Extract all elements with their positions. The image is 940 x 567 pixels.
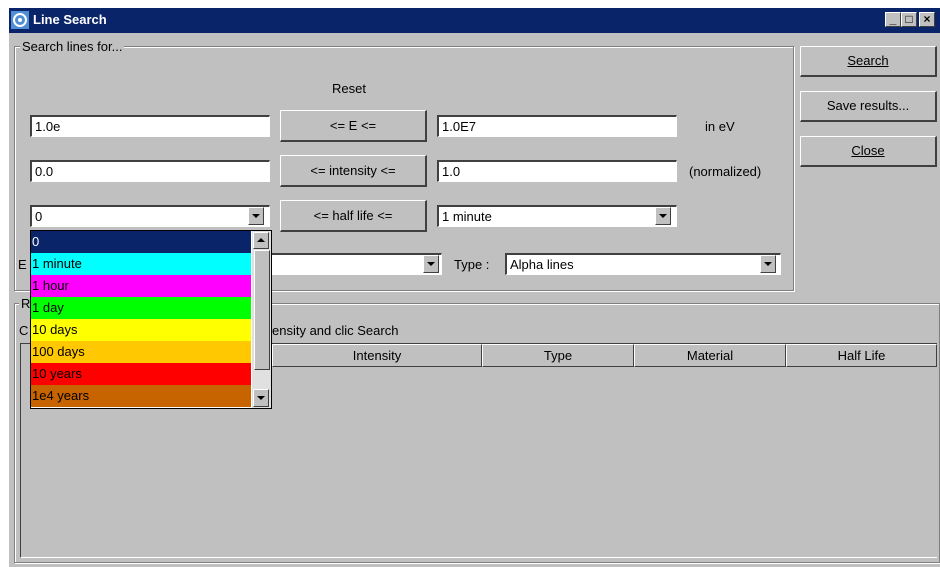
reset-label: Reset — [332, 81, 366, 96]
close-button-label: Close — [851, 143, 885, 158]
half-life-min-dropdown-icon[interactable] — [248, 207, 264, 225]
dropdown-option[interactable]: 10 years — [31, 363, 251, 385]
type-select[interactable]: Alpha lines — [505, 253, 781, 275]
save-results-button[interactable]: Save results... — [800, 91, 937, 122]
half-life-min-select[interactable]: 0 — [30, 205, 270, 227]
search-button-label: Search — [847, 53, 889, 68]
intensity-min-input[interactable]: 0.0 — [30, 160, 270, 182]
half-life-range-button[interactable]: <= half life <= — [280, 200, 427, 232]
half-life-max-dropdown-icon[interactable] — [655, 207, 671, 225]
results-hint: ensity and clic Search — [272, 323, 399, 338]
maximize-icon[interactable]: □ — [901, 12, 917, 27]
dropdown-option[interactable]: 1 day — [31, 297, 251, 319]
element-label: E — [18, 257, 27, 272]
energy-min-input[interactable]: 1.0e — [30, 115, 270, 137]
energy-max-input[interactable]: 1.0E7 — [437, 115, 677, 137]
intensity-range-button[interactable]: <= intensity <= — [280, 155, 427, 187]
scrollbar-thumb[interactable] — [254, 250, 270, 370]
dropdown-option[interactable]: 1e4 years — [31, 385, 251, 407]
intensity-unit-label: (normalized) — [689, 164, 762, 179]
half-life-max-select[interactable]: 1 minute — [437, 205, 677, 227]
scroll-up-icon[interactable] — [253, 232, 269, 249]
scroll-down-icon[interactable] — [253, 389, 269, 407]
close-icon[interactable]: × — [919, 12, 935, 27]
type-label: Type : — [454, 257, 490, 272]
window-title: Line Search — [33, 12, 107, 27]
column-header-intensity[interactable]: Intensity — [272, 344, 482, 367]
minimize-icon[interactable]: _ — [885, 12, 901, 27]
dropdown-option[interactable]: 0 — [31, 231, 251, 253]
type-dropdown-icon[interactable] — [760, 255, 776, 273]
title-bar[interactable] — [9, 8, 940, 33]
energy-unit-label: in eV — [705, 119, 735, 134]
dropdown-option[interactable]: 1 minute — [31, 253, 251, 275]
element-dropdown-icon[interactable] — [423, 255, 439, 273]
dropdown-option[interactable]: 100 days — [31, 341, 251, 363]
search-button[interactable]: Search — [800, 46, 937, 77]
results-hint-prefix: C — [19, 323, 29, 338]
search-group-legend: Search lines for... — [20, 39, 125, 54]
close-button[interactable]: Close — [800, 136, 937, 167]
dropdown-option[interactable]: 1 hour — [31, 275, 251, 297]
column-header-material[interactable]: Material — [634, 344, 786, 367]
app-icon — [11, 11, 29, 29]
energy-range-button[interactable]: <= E <= — [280, 110, 427, 142]
intensity-max-input[interactable]: 1.0 — [437, 160, 677, 182]
dropdown-option[interactable]: 10 days — [31, 319, 251, 341]
column-header-half-life[interactable]: Half Life — [786, 344, 937, 367]
column-header-type[interactable]: Type — [482, 344, 634, 367]
